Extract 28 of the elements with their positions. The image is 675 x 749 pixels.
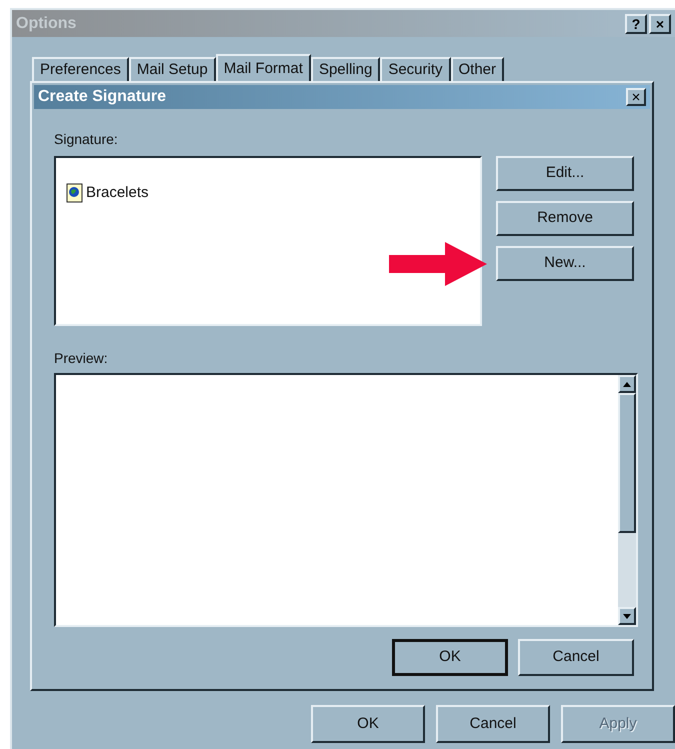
document-globe-icon [66,183,84,204]
dialog-button[interactable]: Cancel [518,639,634,676]
scrollbar[interactable] [618,375,636,625]
window-title: Options [16,14,76,34]
signature-name: Bracelets [86,183,149,203]
signature-label: Signature: [54,130,119,149]
tab[interactable]: Mail Setup [128,57,216,81]
signature-button[interactable]: Remove [496,201,634,236]
signature-button[interactable]: Edit... [496,156,634,191]
tab[interactable]: Mail Format [216,54,311,82]
scroll-down-icon[interactable] [623,614,631,618]
signature-list[interactable]: Bracelets [54,156,482,326]
dialog-title: Create Signature [38,87,166,107]
scroll-thumb[interactable] [618,393,636,533]
signature-item[interactable]: Bracelets [66,182,149,204]
close-button[interactable]: × [626,88,646,106]
preview-label: Preview: [54,349,109,368]
window-button[interactable]: OK [311,705,425,743]
title-bar-button[interactable]: × [649,14,671,34]
scroll-up-icon[interactable] [623,382,631,386]
title-bar-button[interactable]: ? [625,14,647,34]
tab[interactable]: Preferences [32,57,129,81]
tab[interactable]: Security [380,57,450,81]
tab[interactable]: Spelling [310,57,380,81]
tab[interactable]: Other [450,57,504,81]
dialog-button[interactable]: OK [392,639,508,676]
window-button[interactable]: Cancel [436,705,550,743]
signature-button[interactable]: New... [496,246,634,281]
